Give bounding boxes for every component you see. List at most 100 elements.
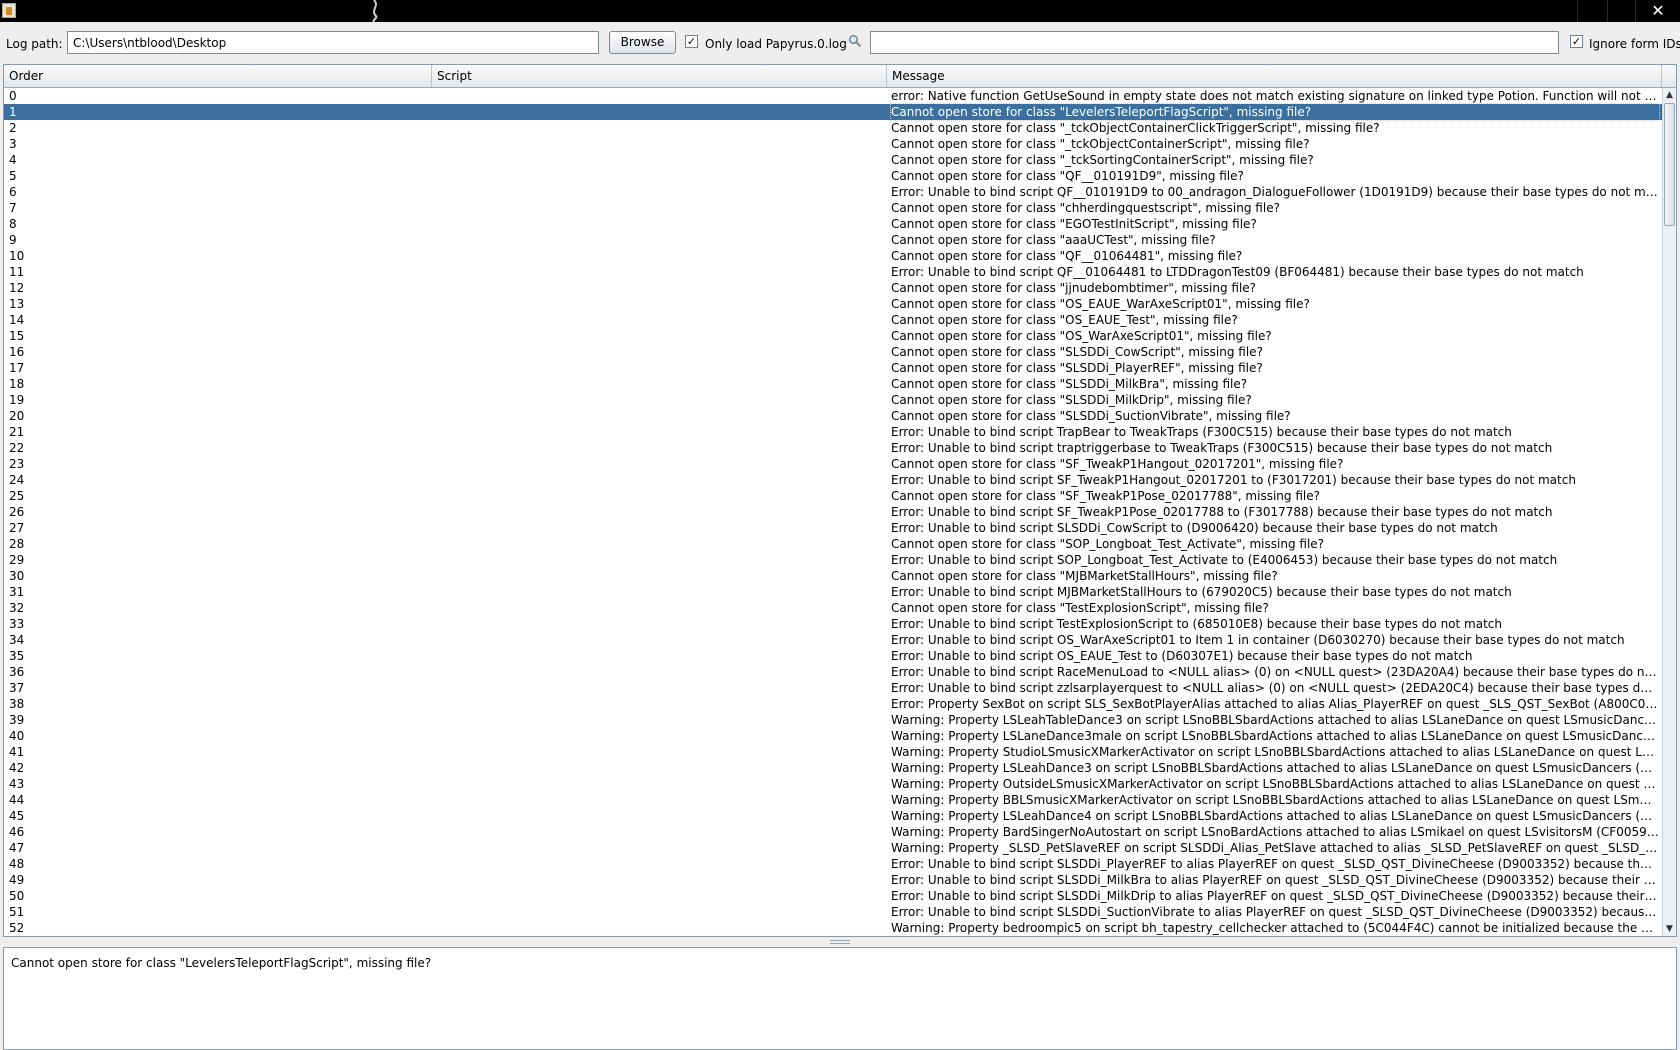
log-path-input[interactable]: C:\Users\ntblood\Desktop: [67, 31, 599, 54]
table-row[interactable]: 51 Error: Unable to bind script SLSDDi_Su…: [4, 904, 1662, 920]
table-row[interactable]: 26 Error: Unable to bind script SF_TweakP…: [4, 504, 1662, 520]
table-row[interactable]: 34 Error: Unable to bind script OS_WarAxe…: [4, 632, 1662, 648]
column-header-order[interactable]: Order: [4, 65, 432, 87]
table-row[interactable]: 5 Cannot open store for class "QF__010191…: [4, 168, 1662, 184]
script-cell: [434, 600, 884, 616]
maximize-button[interactable]: [1607, 0, 1637, 22]
table-row[interactable]: 2 Cannot open store for class "_tckObject…: [4, 120, 1662, 136]
table-row[interactable]: 39 Warning: Property LSLeahTableDance3 on…: [4, 712, 1662, 728]
table-row[interactable]: 3 Cannot open store for class "_tckObject…: [4, 136, 1662, 152]
order-cell: 45: [9, 809, 25, 823]
vertical-scrollbar[interactable]: ▲ ▼: [1662, 88, 1676, 936]
table-row[interactable]: 33 Error: Unable to bind script TestExplo…: [4, 616, 1662, 632]
table-row[interactable]: 4 Cannot open store for class "_tckSortin…: [4, 152, 1662, 168]
minimize-button[interactable]: [1577, 0, 1607, 22]
browse-button[interactable]: Browse: [609, 31, 676, 54]
table-row[interactable]: 41 Warning: Property StudioLSmusicXMarker…: [4, 744, 1662, 760]
scroll-up-icon[interactable]: ▲: [1663, 88, 1676, 102]
table-row[interactable]: 35 Error: Unable to bind script OS_EAUE_T…: [4, 648, 1662, 664]
table-row[interactable]: 10 Cannot open store for class "QF__01064…: [4, 248, 1662, 264]
table-row[interactable]: 49 Error: Unable to bind script SLSDDi_Mi…: [4, 872, 1662, 888]
split-pane-divider[interactable]: [0, 937, 1680, 945]
table-row[interactable]: 19 Cannot open store for class "SLSDDi_Mi…: [4, 392, 1662, 408]
table-row[interactable]: 44 Warning: Property BBLSmusicXMarkerActi…: [4, 792, 1662, 808]
table-row[interactable]: 48 Error: Unable to bind script SLSDDi_Pl…: [4, 856, 1662, 872]
table-row[interactable]: 27 Error: Unable to bind script SLSDDi_Co…: [4, 520, 1662, 536]
table-row[interactable]: 45 Warning: Property LSLeahDance4 on scri…: [4, 808, 1662, 824]
message-cell: Cannot open store for class "SLSDDi_Play…: [891, 361, 1263, 375]
table-row[interactable]: 18 Cannot open store for class "SLSDDi_Mi…: [4, 376, 1662, 392]
table-row[interactable]: 12 Cannot open store for class "jjnudebom…: [4, 280, 1662, 296]
table-row[interactable]: 8 Cannot open store for class "EGOTestIni…: [4, 216, 1662, 232]
message-cell: Cannot open store for class "aaaUCTest",…: [891, 233, 1216, 247]
table-row[interactable]: 52 Warning: Property bedroompic5 on scrip…: [4, 920, 1662, 936]
table-row[interactable]: 6 Error: Unable to bind script QF__010191…: [4, 184, 1662, 200]
column-header-message[interactable]: Message: [887, 65, 1662, 87]
message-cell: Cannot open store for class "SLSDDi_CowS…: [891, 345, 1263, 359]
table-row[interactable]: 14 Cannot open store for class "OS_EAUE_T…: [4, 312, 1662, 328]
title-bar: ✕: [0, 0, 1680, 22]
table-row[interactable]: 36 Error: Unable to bind script RaceMenuL…: [4, 664, 1662, 680]
script-cell: [434, 328, 884, 344]
table-row[interactable]: 20 Cannot open store for class "SLSDDi_Su…: [4, 408, 1662, 424]
table-row[interactable]: 46 Warning: Property BardSingerNoAutostar…: [4, 824, 1662, 840]
close-button[interactable]: ✕: [1635, 0, 1680, 22]
column-header-script[interactable]: Script: [432, 65, 887, 87]
message-cell: Error: Unable to bind script zzlsarplaye…: [891, 681, 1659, 695]
script-cell: [434, 248, 884, 264]
message-detail-pane[interactable]: Cannot open store for class "LevelersTel…: [3, 947, 1677, 1050]
ignore-form-ids-checkbox[interactable]: ✓: [1570, 35, 1583, 48]
only-load-checkbox[interactable]: ✓: [685, 35, 698, 48]
table-row[interactable]: 28 Cannot open store for class "SOP_Longb…: [4, 536, 1662, 552]
script-cell: [434, 664, 884, 680]
order-cell: 17: [9, 361, 25, 375]
scroll-down-icon[interactable]: ▼: [1663, 922, 1676, 936]
scrollbar-thumb[interactable]: [1664, 103, 1675, 226]
table-row[interactable]: 32 Cannot open store for class "TestExplo…: [4, 600, 1662, 616]
table-row[interactable]: 29 Error: Unable to bind script SOP_Longb…: [4, 552, 1662, 568]
script-cell: [434, 584, 884, 600]
table-row[interactable]: 9 Cannot open store for class "aaaUCTest"…: [4, 232, 1662, 248]
table-row[interactable]: 38 Error: Property SexBot on script SLS_S…: [4, 696, 1662, 712]
table-row[interactable]: 31 Error: Unable to bind script MJBMarket…: [4, 584, 1662, 600]
script-cell: [434, 568, 884, 584]
script-cell: [434, 408, 884, 424]
table-row[interactable]: 24 Error: Unable to bind script SF_TweakP…: [4, 472, 1662, 488]
table-row[interactable]: 43 Warning: Property OutsideLSmusicXMarke…: [4, 776, 1662, 792]
table-row[interactable]: 42 Warning: Property LSLeahDance3 on scri…: [4, 760, 1662, 776]
table-row[interactable]: 1 Cannot open store for class "LevelersTe…: [4, 103, 1662, 121]
table-row[interactable]: 22 Error: Unable to bind script traptrigg…: [4, 440, 1662, 456]
table-row[interactable]: 25 Cannot open store for class "SF_TweakP…: [4, 488, 1662, 504]
order-cell: 31: [9, 585, 25, 599]
toolbar: Log path: C:\Users\ntblood\Desktop Brows…: [0, 22, 1680, 64]
table-row[interactable]: 15 Cannot open store for class "OS_WarAxe…: [4, 328, 1662, 344]
log-table: Order Script Message 0 error: Native func…: [3, 64, 1677, 937]
table-row[interactable]: 23 Cannot open store for class "SF_TweakP…: [4, 456, 1662, 472]
table-row[interactable]: 13 Cannot open store for class "OS_EAUE_W…: [4, 296, 1662, 312]
table-row[interactable]: 37 Error: Unable to bind script zzlsarpla…: [4, 680, 1662, 696]
message-cell: Warning: Property BBLSmusicXMarkerActiva…: [891, 793, 1659, 807]
message-cell: Cannot open store for class "QF__010191D…: [891, 169, 1244, 183]
message-cell: Error: Unable to bind script OS_EAUE_Tes…: [891, 649, 1473, 663]
search-input[interactable]: [870, 31, 1559, 54]
table-row[interactable]: 30 Cannot open store for class "MJBMarket…: [4, 568, 1662, 584]
table-row[interactable]: 11 Error: Unable to bind script QF__01064…: [4, 264, 1662, 280]
message-cell: Cannot open store for class "LevelersTel…: [890, 103, 1660, 121]
script-cell: [434, 696, 884, 712]
order-cell: 20: [9, 409, 25, 423]
table-row[interactable]: 40 Warning: Property LSLaneDance3male on …: [4, 728, 1662, 744]
table-row[interactable]: 7 Cannot open store for class "chherdingq…: [4, 200, 1662, 216]
order-cell: 49: [9, 873, 25, 887]
script-cell: [434, 824, 884, 840]
table-row[interactable]: 0 error: Native function GetUseSound in e…: [4, 88, 1662, 104]
order-cell: 6: [9, 185, 17, 199]
table-row[interactable]: 47 Warning: Property _SLSD_PetSlaveREF on…: [4, 840, 1662, 856]
table-row[interactable]: 17 Cannot open store for class "SLSDDi_Pl…: [4, 360, 1662, 376]
script-cell: [434, 104, 884, 120]
order-cell: 18: [9, 377, 25, 391]
order-cell: 26: [9, 505, 25, 519]
table-row[interactable]: 16 Cannot open store for class "SLSDDi_Co…: [4, 344, 1662, 360]
table-row[interactable]: 21 Error: Unable to bind script TrapBear …: [4, 424, 1662, 440]
order-cell: 50: [9, 889, 25, 903]
table-row[interactable]: 50 Error: Unable to bind script SLSDDi_Mi…: [4, 888, 1662, 904]
